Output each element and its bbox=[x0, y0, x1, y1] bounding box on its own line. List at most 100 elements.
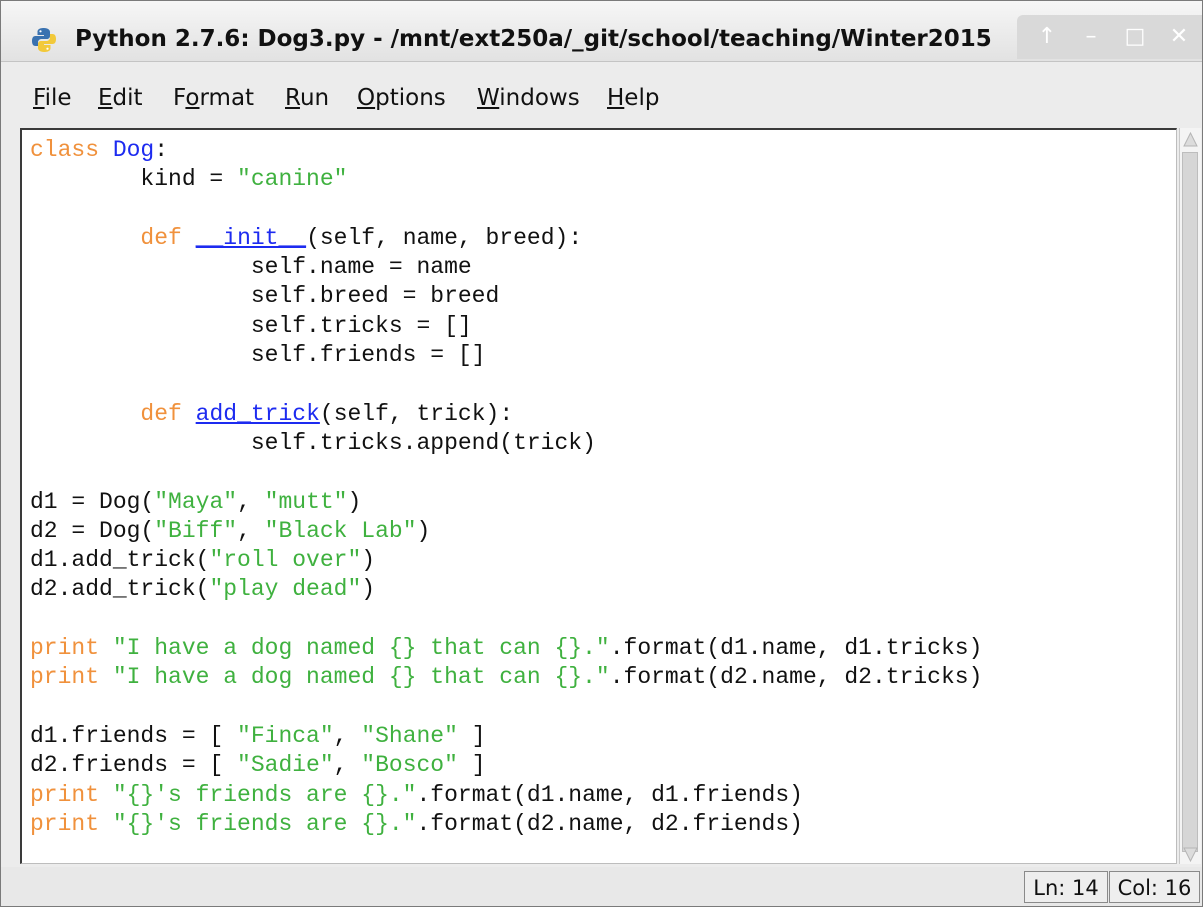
menu-help-label: elp bbox=[624, 85, 660, 111]
menu-format-label: rmat bbox=[199, 85, 255, 111]
code-line-4: def __init__(self, name, breed): bbox=[30, 225, 582, 251]
scrollbar-thumb[interactable] bbox=[1182, 152, 1198, 852]
code-fragment: d1.add_trick( bbox=[30, 547, 210, 574]
code-fragment: d2.add_trick( bbox=[30, 576, 210, 603]
idle-editor-window: Python 2.7.6: Dog3.py - /mnt/ext250a/_gi… bbox=[0, 0, 1203, 907]
string-literal: "Finca" bbox=[237, 722, 334, 749]
code-fragment: : bbox=[154, 137, 169, 163]
string-literal: "Bosco" bbox=[361, 752, 458, 779]
code-fragment: ) bbox=[361, 576, 376, 603]
string-literal: "I have a dog named {} that can {}." bbox=[112, 664, 610, 691]
menu-file[interactable]: File bbox=[33, 83, 72, 113]
code-fragment: ] bbox=[457, 752, 486, 779]
scroll-down-arrow-icon[interactable] bbox=[1182, 844, 1199, 864]
code-fragment: ) bbox=[361, 547, 376, 574]
keyword: class bbox=[30, 137, 100, 163]
status-bar: Ln: 14 Col: 16 bbox=[1, 867, 1202, 906]
window-title: Python 2.7.6: Dog3.py - /mnt/ext250a/_gi… bbox=[75, 26, 992, 52]
code-line-8: self.friends = [] bbox=[30, 342, 486, 369]
code-fragment: ) bbox=[347, 488, 362, 515]
menu-windows[interactable]: Windows bbox=[477, 83, 580, 113]
menu-options-label: ptions bbox=[375, 85, 446, 111]
minimize-button[interactable]: – bbox=[1075, 23, 1107, 51]
function-name: add_trick bbox=[195, 400, 320, 427]
code-line-13: d1 = Dog("Maya", "mutt") bbox=[30, 489, 361, 515]
string-literal: "{}'s friends are {}." bbox=[112, 781, 417, 808]
menu-help[interactable]: Help bbox=[607, 83, 659, 113]
window-controls: ↑ – □ ✕ bbox=[1017, 15, 1202, 59]
code-line-16: d2.add_trick("play dead") bbox=[30, 576, 375, 602]
string-literal: "Black Lab" bbox=[264, 517, 417, 544]
code-fragment: .format(d2.name, d2.friends) bbox=[416, 810, 803, 837]
code-fragment: , bbox=[237, 488, 265, 515]
column-indicator: Col: 16 bbox=[1109, 871, 1200, 903]
string-literal: "Shane" bbox=[361, 722, 458, 749]
code-fragment: .format(d1.name, d1.tricks) bbox=[609, 635, 983, 662]
string-literal: "{}'s friends are {}." bbox=[112, 810, 417, 837]
keyword: def bbox=[140, 400, 182, 427]
keyword: print bbox=[30, 664, 100, 691]
class-name: Dog bbox=[112, 137, 155, 163]
code-fragment: ) bbox=[416, 517, 431, 544]
menu-format[interactable]: Format bbox=[173, 83, 254, 113]
keyword: print bbox=[30, 781, 100, 808]
menu-windows-label: indows bbox=[499, 85, 580, 111]
code-line-24: print "{}'s friends are {}.".format(d2.n… bbox=[30, 811, 803, 837]
keyword: def bbox=[140, 224, 182, 251]
string-literal: "roll over" bbox=[209, 547, 362, 574]
menu-run-mnemonic: R bbox=[285, 85, 300, 111]
code-line-5: self.name = name bbox=[30, 254, 472, 281]
code-fragment: .format(d1.name, d1.friends) bbox=[416, 781, 803, 808]
function-name: __init__ bbox=[195, 224, 307, 251]
menu-edit-label: dit bbox=[112, 85, 143, 111]
code-fragment: d2.friends = [ bbox=[30, 752, 238, 779]
menu-bar: File Edit Format Run Options Windows Hel… bbox=[1, 72, 1202, 122]
string-literal: "I have a dog named {} that can {}." bbox=[112, 635, 610, 662]
close-button[interactable]: ✕ bbox=[1163, 23, 1195, 51]
code-line-23: print "{}'s friends are {}.".format(d1.n… bbox=[30, 782, 803, 808]
menu-edit-mnemonic: E bbox=[98, 85, 113, 111]
code-line-15: d1.add_trick("roll over") bbox=[30, 547, 375, 573]
string-literal: "mutt" bbox=[264, 488, 348, 515]
code-fragment: kind = bbox=[140, 166, 238, 193]
code-fragment: .format(d2.name, d2.tricks) bbox=[609, 664, 983, 691]
code-line-18: print "I have a dog named {} that can {}… bbox=[30, 635, 982, 661]
code-line-14: d2 = Dog("Biff", "Black Lab") bbox=[30, 518, 430, 544]
code-text[interactable]: class Dog: kind = "canine" def __init__(… bbox=[30, 136, 982, 839]
string-literal: "play dead" bbox=[209, 576, 362, 603]
code-fragment: ] bbox=[457, 722, 486, 749]
menu-help-mnemonic: H bbox=[607, 85, 625, 111]
code-fragment: , bbox=[333, 722, 362, 749]
menu-run-label: un bbox=[299, 85, 330, 111]
code-line-1: class Dog: bbox=[30, 137, 168, 163]
menu-file-mnemonic: F bbox=[33, 85, 45, 111]
code-line-11: self.tricks.append(trick) bbox=[30, 429, 596, 456]
maximize-button[interactable]: □ bbox=[1119, 23, 1151, 51]
title-bar[interactable]: Python 2.7.6: Dog3.py - /mnt/ext250a/_gi… bbox=[1, 1, 1202, 62]
code-fragment: d1 = Dog( bbox=[30, 488, 155, 515]
code-line-2: kind = "canine" bbox=[30, 166, 347, 192]
code-fragment: d1.friends = [ bbox=[30, 722, 238, 749]
menu-format-prefix: F bbox=[173, 85, 186, 111]
string-literal: "Sadie" bbox=[237, 752, 334, 779]
line-indicator: Ln: 14 bbox=[1024, 871, 1108, 903]
python-logo-icon bbox=[32, 28, 56, 52]
menu-options[interactable]: Options bbox=[357, 83, 446, 113]
code-fragment: d2 = Dog( bbox=[30, 517, 155, 544]
code-fragment: , bbox=[237, 517, 265, 544]
string-literal: "canine" bbox=[237, 166, 348, 193]
move-up-icon[interactable]: ↑ bbox=[1031, 23, 1063, 51]
string-literal: "Biff" bbox=[154, 517, 238, 544]
menu-edit[interactable]: Edit bbox=[98, 83, 143, 113]
code-editor[interactable]: class Dog: kind = "canine" def __init__(… bbox=[20, 128, 1177, 864]
menu-run[interactable]: Run bbox=[285, 83, 329, 113]
code-fragment: , bbox=[333, 752, 362, 779]
code-line-7: self.tricks = [] bbox=[30, 312, 472, 339]
vertical-scrollbar[interactable] bbox=[1179, 128, 1201, 864]
menu-file-label: ile bbox=[44, 85, 72, 111]
code-line-22: d2.friends = [ "Sadie", "Bosco" ] bbox=[30, 752, 486, 778]
scroll-up-arrow-icon[interactable] bbox=[1182, 130, 1199, 150]
menu-options-mnemonic: O bbox=[357, 85, 376, 111]
